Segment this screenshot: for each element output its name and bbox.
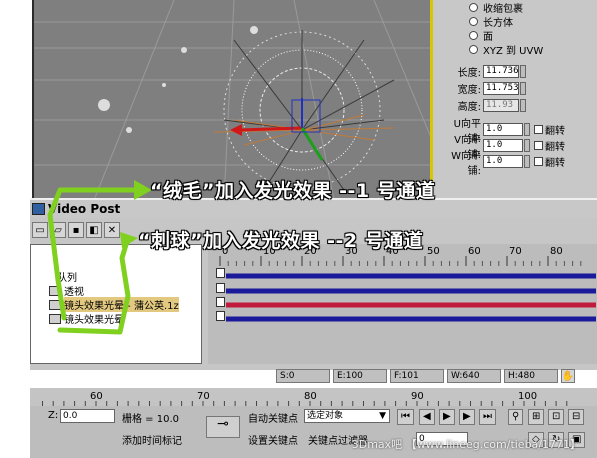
annotation-channel-2: “刺球”加入发光效果 --2 号通道 — [138, 230, 424, 252]
watermark: 3Dmax吧 【www.lineeg.com/tieba/1771】 — [351, 438, 581, 451]
annotation-channel-1: “绒毛”加入发光效果 --1 号通道 — [150, 180, 436, 202]
